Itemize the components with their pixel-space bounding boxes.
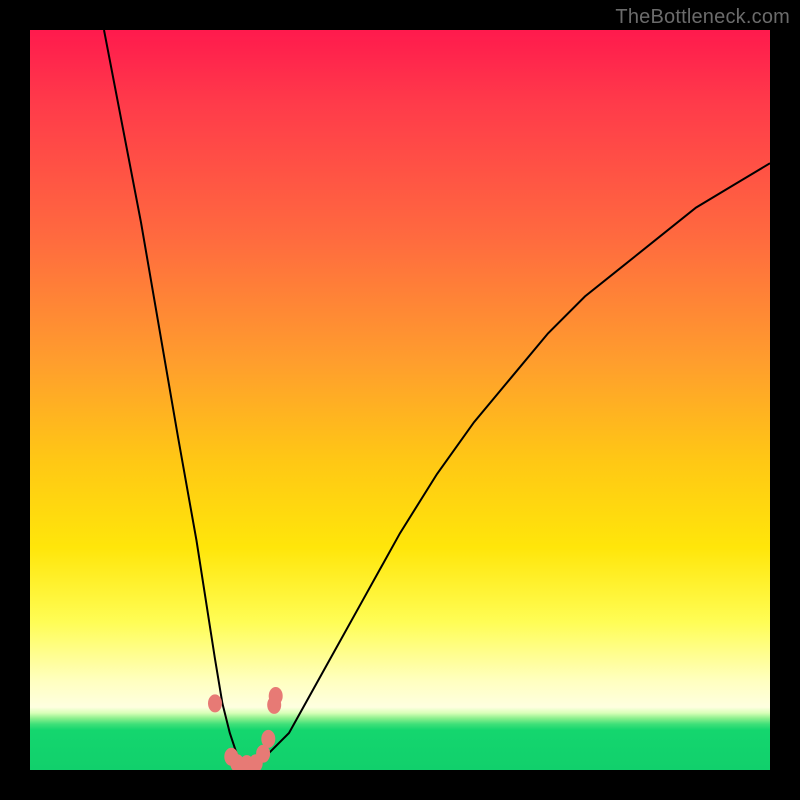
curve-marker [224, 748, 238, 766]
curve-marker [269, 687, 283, 705]
curve-marker [240, 755, 254, 770]
curve-marker [256, 745, 270, 763]
curve-marker [261, 730, 275, 748]
watermark-text: TheBottleneck.com [615, 6, 790, 29]
curve-markers [208, 687, 283, 770]
curve-marker [267, 696, 281, 714]
curve-marker [208, 694, 222, 712]
plot-area [30, 30, 770, 770]
curve-marker [230, 754, 244, 770]
bottleneck-curve [30, 30, 770, 770]
curve-line [104, 30, 770, 763]
chart-frame: TheBottleneck.com [0, 0, 800, 800]
curve-marker [249, 754, 263, 770]
